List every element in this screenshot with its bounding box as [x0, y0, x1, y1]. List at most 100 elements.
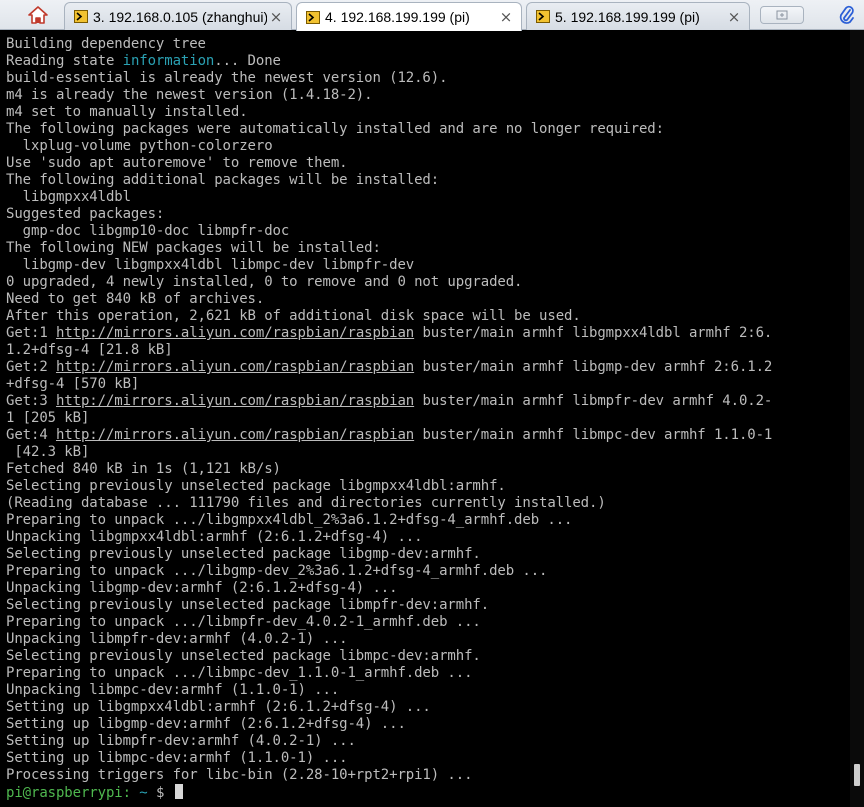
- tab-label: 3. 192.168.0.105 (zhanghui): [93, 8, 267, 25]
- terminal-line: Get:4 http://mirrors.aliyun.com/raspbian…: [6, 427, 846, 444]
- terminal-line: Preparing to unpack .../libmpfr-dev_4.0.…: [6, 614, 846, 631]
- terminal-text: lxplug-volume python-colorzero: [6, 138, 273, 154]
- terminal-text: Selecting previously unselected package …: [6, 478, 506, 494]
- terminal-text: information: [122, 53, 215, 69]
- terminal-text: m4 is already the newest version (1.4.18…: [6, 87, 373, 103]
- terminal-line: Preparing to unpack .../libgmp-dev_2%3a6…: [6, 563, 846, 580]
- terminal-text: Unpacking libgmpxx4ldbl:armhf (2:6.1.2+d…: [6, 529, 423, 545]
- mirror-url-link[interactable]: http://mirrors.aliyun.com/raspbian/raspb…: [56, 427, 414, 443]
- terminal-line: Selecting previously unselected package …: [6, 546, 846, 563]
- terminal-text: (Reading database ... 111790 files and d…: [6, 495, 606, 511]
- terminal-text: buster/main armhf libgmp-dev armhf 2:6.1…: [414, 359, 773, 375]
- attach-button[interactable]: [836, 4, 858, 26]
- terminal-line: Setting up libgmp-dev:armhf (2:6.1.2+dfs…: [6, 716, 846, 733]
- terminal-line: Selecting previously unselected package …: [6, 478, 846, 495]
- prompt-line[interactable]: pi@raspberrypi: ~ $: [6, 784, 846, 801]
- terminal-text: Unpacking libgmp-dev:armhf (2:6.1.2+dfsg…: [6, 580, 398, 596]
- new-tab-icon: [776, 10, 788, 20]
- mirror-url-link[interactable]: http://mirrors.aliyun.com/raspbian/raspb…: [56, 325, 414, 341]
- terminal-text: The following NEW packages will be insta…: [6, 240, 381, 256]
- terminal-text: Unpacking libmpc-dev:armhf (1.1.0-1) ...: [6, 682, 340, 698]
- terminal-line: The following packages were automaticall…: [6, 121, 846, 138]
- terminal-text: ... Done: [214, 53, 281, 69]
- prompt-user-host: pi@raspberrypi:: [6, 785, 131, 801]
- terminal-line: libgmp-dev libgmpxx4ldbl libmpc-dev libm…: [6, 257, 846, 274]
- terminal-line: Suggested packages:: [6, 206, 846, 223]
- terminal-line: Setting up libmpfr-dev:armhf (4.0.2-1) .…: [6, 733, 846, 750]
- terminal-line: Selecting previously unselected package …: [6, 597, 846, 614]
- terminal-text: Suggested packages:: [6, 206, 165, 222]
- new-tab-button[interactable]: [760, 6, 804, 24]
- terminal-line: Building dependency tree: [6, 36, 846, 53]
- terminal-text: Setting up libgmp-dev:armhf (2:6.1.2+dfs…: [6, 716, 406, 732]
- terminal-line: 1 [205 kB]: [6, 410, 846, 427]
- terminal-line: Preparing to unpack .../libmpc-dev_1.1.0…: [6, 665, 846, 682]
- terminal-text: Fetched 840 kB in 1s (1,121 kB/s): [6, 461, 281, 477]
- mirror-url-link[interactable]: http://mirrors.aliyun.com/raspbian/raspb…: [56, 393, 414, 409]
- prompt-symbol: $: [155, 785, 165, 801]
- terminal-text: buster/main armhf libmpfr-dev armhf 4.0.…: [414, 393, 773, 409]
- terminal-line: Fetched 840 kB in 1s (1,121 kB/s): [6, 461, 846, 478]
- scrollbar-thumb[interactable]: [854, 764, 860, 786]
- terminal-text: Building dependency tree: [6, 36, 206, 52]
- terminal-line: Get:1 http://mirrors.aliyun.com/raspbian…: [6, 325, 846, 342]
- terminal-line: The following NEW packages will be insta…: [6, 240, 846, 257]
- terminal-output: Building dependency tree Reading state in…: [6, 36, 846, 801]
- terminal-text: Setting up libmpc-dev:armhf (1.1.0-1) ..…: [6, 750, 348, 766]
- terminal-line: [42.3 kB]: [6, 444, 846, 461]
- tab-session-5[interactable]: 5. 192.168.199.199 (pi) ×: [526, 2, 750, 30]
- prompt-path: ~: [139, 785, 148, 801]
- tab-session-3[interactable]: 3. 192.168.0.105 (zhanghui) ×: [64, 2, 292, 30]
- tab-session-4[interactable]: 4. 192.168.199.199 (pi) ×: [296, 2, 522, 31]
- terminal-text: gmp-doc libgmp10-doc libmpfr-doc: [6, 223, 290, 239]
- terminal-line: lxplug-volume python-colorzero: [6, 138, 846, 155]
- mirror-url-link[interactable]: http://mirrors.aliyun.com/raspbian/raspb…: [56, 359, 414, 375]
- terminal-line: After this operation, 2,621 kB of additi…: [6, 308, 846, 325]
- terminal-session-icon: [306, 10, 320, 24]
- terminal-line: m4 set to manually installed.: [6, 104, 846, 121]
- close-tab-icon[interactable]: ×: [497, 8, 515, 26]
- terminal-line: Unpacking libmpfr-dev:armhf (4.0.2-1) ..…: [6, 631, 846, 648]
- terminal-line: Unpacking libmpc-dev:armhf (1.1.0-1) ...: [6, 682, 846, 699]
- terminal-view[interactable]: Building dependency tree Reading state in…: [0, 30, 864, 807]
- terminal-text: Get:2: [6, 359, 56, 375]
- terminal-line: Selecting previously unselected package …: [6, 648, 846, 665]
- terminal-line: m4 is already the newest version (1.4.18…: [6, 87, 846, 104]
- terminal-line: Unpacking libgmpxx4ldbl:armhf (2:6.1.2+d…: [6, 529, 846, 546]
- terminal-text: 1 [205 kB]: [6, 410, 90, 426]
- terminal-line: (Reading database ... 111790 files and d…: [6, 495, 846, 512]
- terminal-text: Selecting previously unselected package …: [6, 546, 481, 562]
- terminal-session-icon: [74, 10, 88, 23]
- terminal-line: Processing triggers for libc-bin (2.28-1…: [6, 767, 846, 784]
- text-cursor: [174, 784, 183, 799]
- terminal-text: Need to get 840 kB of archives.: [6, 291, 265, 307]
- terminal-text: Get:4: [6, 427, 56, 443]
- terminal-text: The following packages were automaticall…: [6, 121, 664, 137]
- terminal-text: Selecting previously unselected package …: [6, 597, 490, 613]
- terminal-text: Selecting previously unselected package …: [6, 648, 481, 664]
- terminal-text: Preparing to unpack .../libgmpxx4ldbl_2%…: [6, 512, 573, 528]
- terminal-text: m4 set to manually installed.: [6, 104, 248, 120]
- close-tab-icon[interactable]: ×: [725, 8, 743, 26]
- terminal-text: Preparing to unpack .../libmpfr-dev_4.0.…: [6, 614, 481, 630]
- terminal-line: build-essential is already the newest ve…: [6, 70, 846, 87]
- terminal-text: Get:3: [6, 393, 56, 409]
- terminal-line: Unpacking libgmp-dev:armhf (2:6.1.2+dfsg…: [6, 580, 846, 597]
- terminal-text: buster/main armhf libgmpxx4ldbl armhf 2:…: [414, 325, 773, 341]
- terminal-line: gmp-doc libgmp10-doc libmpfr-doc: [6, 223, 846, 240]
- terminal-line: +dfsg-4 [570 kB]: [6, 376, 846, 393]
- close-tab-icon[interactable]: ×: [267, 8, 285, 26]
- terminal-line: 0 upgraded, 4 newly installed, 0 to remo…: [6, 274, 846, 291]
- terminal-text: Get:1: [6, 325, 56, 341]
- terminal-text: Setting up libmpfr-dev:armhf (4.0.2-1) .…: [6, 733, 356, 749]
- home-button[interactable]: [22, 3, 54, 27]
- terminal-line: Use 'sudo apt autoremove' to remove them…: [6, 155, 846, 172]
- terminal-text: Reading state: [6, 53, 123, 69]
- terminal-text: build-essential is already the newest ve…: [6, 70, 448, 86]
- terminal-text: Use 'sudo apt autoremove' to remove them…: [6, 155, 348, 171]
- tab-label: 4. 192.168.199.199 (pi): [325, 9, 470, 25]
- scrollbar[interactable]: [850, 30, 864, 807]
- terminal-text: Preparing to unpack .../libmpc-dev_1.1.0…: [6, 665, 473, 681]
- terminal-session-icon: [536, 10, 550, 23]
- terminal-text: libgmpxx4ldbl: [6, 189, 131, 205]
